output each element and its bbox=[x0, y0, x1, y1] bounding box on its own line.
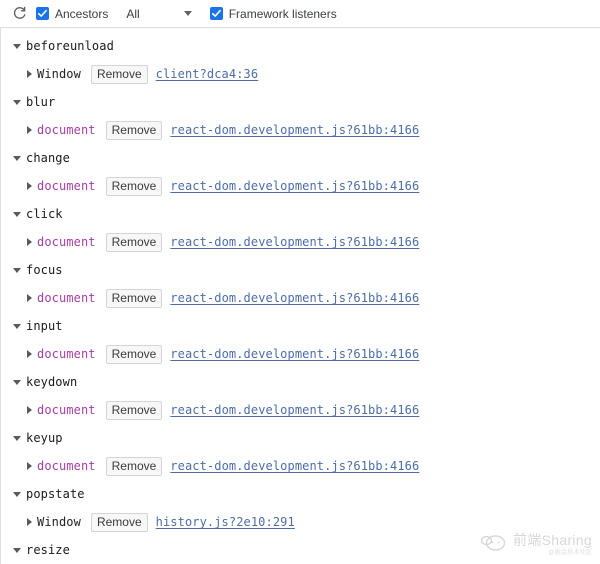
event-listeners-panel: Ancestors All Framework listeners before… bbox=[0, 0, 600, 564]
remove-listener-button[interactable]: Remove bbox=[105, 400, 163, 420]
event-group-row[interactable]: beforeunload bbox=[1, 32, 600, 60]
checkmark-icon bbox=[211, 9, 221, 17]
triangle-down-icon[interactable] bbox=[13, 100, 21, 105]
remove-listener-button[interactable]: Remove bbox=[105, 288, 163, 308]
refresh-button[interactable] bbox=[8, 3, 30, 25]
listener-source-link[interactable]: react-dom.development.js?61bb:4166 bbox=[170, 123, 419, 137]
event-name: focus bbox=[26, 263, 63, 277]
event-name: resize bbox=[26, 543, 70, 557]
triangle-down-icon[interactable] bbox=[13, 44, 21, 49]
event-group-row[interactable]: keydown bbox=[1, 368, 600, 396]
listener-row[interactable]: document Remove react-dom.development.js?6… bbox=[1, 172, 600, 200]
listener-row[interactable]: document Remove react-dom.development.js?6… bbox=[1, 116, 600, 144]
event-name: input bbox=[26, 319, 63, 333]
event-group-row[interactable]: input bbox=[1, 312, 600, 340]
event-group-row[interactable]: popstate bbox=[1, 480, 600, 508]
listener-target: document bbox=[37, 123, 96, 137]
triangle-down-icon[interactable] bbox=[13, 212, 21, 217]
triangle-right-icon[interactable] bbox=[27, 518, 32, 526]
listener-target: Window bbox=[37, 515, 81, 529]
listener-scope-value: All bbox=[126, 6, 140, 21]
triangle-right-icon[interactable] bbox=[27, 182, 32, 190]
triangle-right-icon[interactable] bbox=[27, 70, 32, 78]
event-group-row[interactable]: click bbox=[1, 200, 600, 228]
listener-scope-select[interactable]: All bbox=[126, 6, 192, 21]
listener-target: document bbox=[37, 179, 96, 193]
listener-source-link[interactable]: react-dom.development.js?61bb:4166 bbox=[170, 235, 419, 249]
remove-listener-button[interactable]: Remove bbox=[105, 176, 163, 196]
remove-listener-button[interactable]: Remove bbox=[105, 344, 163, 364]
listener-row[interactable]: Window Remove client?dca4:36 bbox=[1, 60, 600, 88]
remove-listener-button[interactable]: Remove bbox=[105, 232, 163, 252]
triangle-right-icon[interactable] bbox=[27, 126, 32, 134]
listener-source-link[interactable]: react-dom.development.js?61bb:4166 bbox=[170, 459, 419, 473]
panel-toolbar: Ancestors All Framework listeners bbox=[0, 0, 600, 28]
triangle-down-icon[interactable] bbox=[13, 380, 21, 385]
event-group-row[interactable]: focus bbox=[1, 256, 600, 284]
triangle-down-icon[interactable] bbox=[13, 492, 21, 497]
triangle-right-icon[interactable] bbox=[27, 350, 32, 358]
listener-row[interactable]: document Remove react-dom.development.js?6… bbox=[1, 340, 600, 368]
triangle-down-icon[interactable] bbox=[13, 548, 21, 553]
framework-listeners-checkbox-group[interactable]: Framework listeners bbox=[209, 6, 337, 21]
listener-row[interactable]: document Remove react-dom.development.js?6… bbox=[1, 452, 600, 480]
remove-listener-button[interactable]: Remove bbox=[105, 120, 163, 140]
triangle-right-icon[interactable] bbox=[27, 406, 32, 414]
event-group-row[interactable]: blur bbox=[1, 88, 600, 116]
framework-listeners-label: Framework listeners bbox=[228, 6, 337, 21]
ancestors-checkbox[interactable] bbox=[36, 7, 49, 20]
event-name: click bbox=[26, 207, 63, 221]
listener-row[interactable]: Window Remove history.js?2e10:291 bbox=[1, 508, 600, 536]
triangle-down-icon[interactable] bbox=[13, 436, 21, 441]
event-listeners-tree-pane[interactable]: beforeunload Window Remove client?dca4:36 bl… bbox=[0, 28, 600, 564]
listener-row[interactable]: document Remove react-dom.development.js?6… bbox=[1, 228, 600, 256]
listener-row[interactable]: document Remove react-dom.development.js?6… bbox=[1, 284, 600, 312]
listener-source-link[interactable]: react-dom.development.js?61bb:4166 bbox=[170, 179, 419, 193]
remove-listener-button[interactable]: Remove bbox=[90, 512, 148, 532]
event-group-row[interactable]: change bbox=[1, 144, 600, 172]
refresh-icon bbox=[12, 6, 27, 21]
listener-target: document bbox=[37, 291, 96, 305]
listener-target: document bbox=[37, 347, 96, 361]
listener-source-link[interactable]: history.js?2e10:291 bbox=[156, 515, 295, 529]
listener-target: Window bbox=[37, 67, 81, 81]
triangle-down-icon[interactable] bbox=[13, 156, 21, 161]
listener-source-link[interactable]: react-dom.development.js?61bb:4166 bbox=[170, 291, 419, 305]
event-group-row[interactable]: keyup bbox=[1, 424, 600, 452]
ancestors-checkbox-group[interactable]: Ancestors bbox=[36, 7, 108, 21]
event-name: blur bbox=[26, 95, 56, 109]
listener-row[interactable]: document Remove react-dom.development.js?6… bbox=[1, 396, 600, 424]
ancestors-label: Ancestors bbox=[55, 6, 109, 21]
triangle-down-icon[interactable] bbox=[13, 324, 21, 329]
event-name: beforeunload bbox=[26, 39, 114, 53]
event-name: keyup bbox=[26, 431, 63, 445]
event-name: change bbox=[26, 151, 70, 165]
triangle-right-icon[interactable] bbox=[27, 294, 32, 302]
listener-target: document bbox=[37, 459, 96, 473]
listener-target: document bbox=[37, 403, 96, 417]
checkmark-icon bbox=[37, 9, 47, 17]
listener-source-link[interactable]: client?dca4:36 bbox=[156, 67, 259, 81]
chevron-down-icon bbox=[183, 11, 192, 16]
listener-target: document bbox=[37, 235, 96, 249]
event-name: keydown bbox=[26, 375, 78, 389]
remove-listener-button[interactable]: Remove bbox=[90, 64, 148, 84]
event-listeners-tree: beforeunload Window Remove client?dca4:36 bl… bbox=[1, 32, 600, 564]
listener-source-link[interactable]: react-dom.development.js?61bb:4166 bbox=[170, 347, 419, 361]
triangle-right-icon[interactable] bbox=[27, 238, 32, 246]
triangle-right-icon[interactable] bbox=[27, 462, 32, 470]
event-group-row[interactable]: resize bbox=[1, 536, 600, 564]
remove-listener-button[interactable]: Remove bbox=[105, 456, 163, 476]
event-name: popstate bbox=[26, 487, 85, 501]
listener-source-link[interactable]: react-dom.development.js?61bb:4166 bbox=[170, 403, 419, 417]
framework-listeners-checkbox[interactable] bbox=[209, 7, 223, 20]
triangle-down-icon[interactable] bbox=[13, 268, 21, 273]
